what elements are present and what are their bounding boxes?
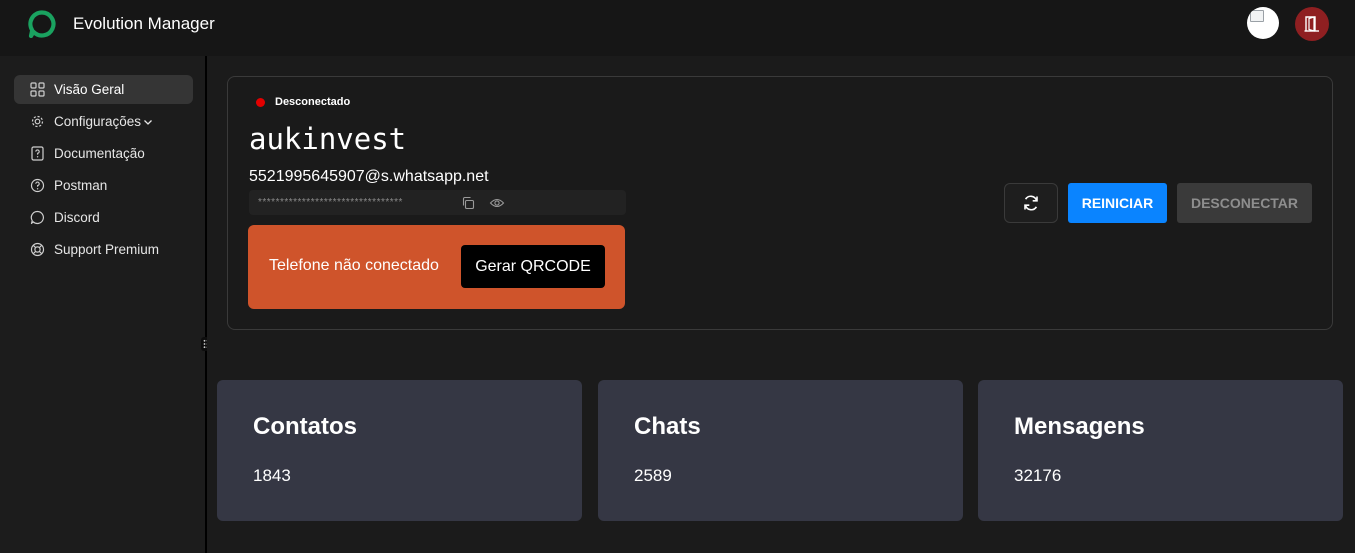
sidebar-item-label: Postman — [54, 178, 108, 193]
api-token-field: ********************************* — [249, 190, 626, 215]
status-text: Desconectado — [275, 96, 351, 108]
document-help-icon — [30, 146, 45, 161]
sidebar-item-visao-geral[interactable]: Visão Geral — [14, 75, 193, 104]
stat-card-chats: Chats 2589 — [598, 380, 963, 521]
logout-button[interactable] — [1295, 7, 1329, 41]
sidebar-item-label: Configurações — [54, 114, 142, 129]
grid-icon — [30, 82, 45, 97]
sidebar-item-postman[interactable]: Postman — [14, 171, 193, 200]
stat-card-mensagens: Mensagens 32176 — [978, 380, 1343, 521]
stat-value: 2589 — [634, 466, 672, 485]
gear-icon — [30, 114, 45, 129]
alert-text: Telefone não conectado — [269, 257, 439, 274]
main-content: Desconectado aukinvest 5521995645907@s.w… — [207, 56, 1355, 553]
top-bar: Evolution Manager — [0, 0, 1355, 56]
avatar[interactable] — [1247, 7, 1279, 39]
sidebar-nav: Visão Geral Configurações Documentação P… — [14, 75, 193, 267]
chat-bubble-icon[interactable] — [28, 10, 56, 38]
sidebar-item-label: Support Premium — [54, 242, 160, 257]
status-badge: Desconectado — [256, 96, 350, 108]
generate-qrcode-button[interactable]: Gerar QRCODE — [461, 245, 605, 288]
stat-title: Contatos — [253, 413, 357, 440]
sidebar-item-documentacao[interactable]: Documentação — [14, 139, 193, 168]
help-circle-icon — [30, 178, 45, 193]
stat-title: Mensagens — [1014, 413, 1145, 440]
sidebar-item-configuracoes[interactable]: Configurações — [14, 107, 193, 136]
instance-name: aukinvest — [249, 122, 407, 156]
phone-not-connected-alert: Telefone não conectado Gerar QRCODE — [248, 225, 625, 309]
eye-icon[interactable] — [489, 196, 505, 210]
stat-value: 1843 — [253, 466, 291, 485]
sidebar-item-support-premium[interactable]: Support Premium — [14, 235, 193, 264]
api-token-masked: ********************************* — [258, 197, 403, 208]
chevron-down-icon — [143, 117, 153, 127]
copy-icon[interactable] — [461, 196, 475, 210]
sidebar-item-discord[interactable]: Discord — [14, 203, 193, 232]
stat-title: Chats — [634, 413, 701, 440]
sidebar-item-label: Visão Geral — [54, 82, 125, 97]
sidebar-item-label: Discord — [54, 210, 100, 225]
stat-card-contatos: Contatos 1843 — [217, 380, 582, 521]
door-exit-icon — [1304, 16, 1319, 32]
lifebuoy-icon — [30, 242, 45, 257]
sidebar: Visão Geral Configurações Documentação P… — [0, 56, 205, 553]
status-dot — [256, 97, 265, 107]
owner-jid: 5521995645907@s.whatsapp.net — [249, 168, 489, 185]
sidebar-item-label: Documentação — [54, 146, 145, 161]
disconnect-button[interactable]: DESCONECTAR — [1177, 183, 1312, 223]
app-title: Evolution Manager — [73, 14, 215, 33]
stat-value: 32176 — [1014, 466, 1062, 485]
refresh-button[interactable] — [1004, 183, 1058, 223]
instance-card: Desconectado aukinvest 5521995645907@s.w… — [227, 76, 1333, 330]
broken-image-icon — [1250, 10, 1264, 22]
refresh-icon — [1024, 195, 1038, 211]
restart-button[interactable]: REINICIAR — [1068, 183, 1167, 223]
chat-icon — [30, 210, 45, 225]
